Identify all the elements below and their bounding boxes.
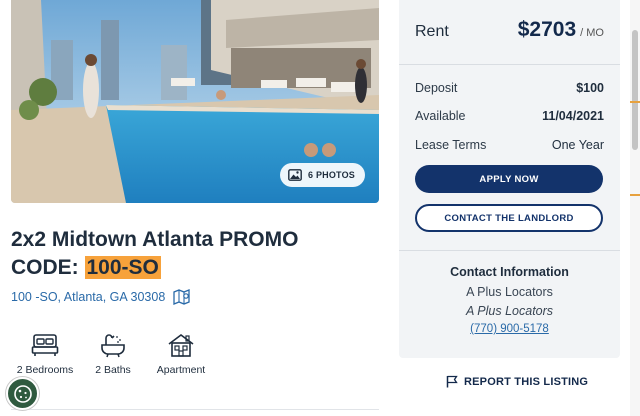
lease-value: One Year — [551, 138, 604, 152]
cookie-settings-button[interactable] — [6, 377, 39, 410]
edge-indicator — [630, 101, 640, 103]
edge-indicator — [630, 194, 640, 196]
photos-button[interactable]: 6 PHOTOS — [280, 163, 365, 187]
pricing-panel: Rent $2703/ MO Deposit $100 Available 11… — [399, 0, 620, 358]
apartment-icon — [168, 334, 194, 357]
listing-address[interactable]: 100 -SO, Atlanta, GA 30308 — [11, 289, 191, 305]
bed-icon — [31, 334, 59, 356]
listing-title: 2x2 Midtown Atlanta PROMO CODE: 100-SO — [11, 226, 371, 282]
feature-label: 2 Baths — [95, 364, 131, 376]
contact-landlord-button[interactable]: CONTACT THE LANDLORD — [415, 204, 603, 232]
report-listing-link[interactable]: REPORT THIS LISTING — [446, 375, 588, 388]
feature-label: Apartment — [156, 364, 206, 376]
rent-value: $2703 — [517, 18, 577, 41]
listing-photo[interactable]: 6 PHOTOS — [11, 0, 379, 203]
promo-code-highlight: 100-SO — [84, 256, 161, 279]
rent-label: Rent — [415, 23, 449, 40]
rent-row: Rent $2703/ MO — [415, 18, 604, 42]
deposit-value: $100 — [576, 81, 604, 95]
available-row: Available 11/04/2021 — [415, 109, 604, 123]
available-label: Available — [415, 109, 466, 123]
bath-icon — [101, 334, 125, 358]
lease-row: Lease Terms One Year — [415, 138, 604, 152]
address-text[interactable]: 100 -SO, Atlanta, GA 30308 — [11, 290, 165, 304]
contact-name: A Plus Locators — [466, 285, 553, 299]
lease-label: Lease Terms — [415, 138, 487, 152]
rent-period: / MO — [580, 27, 604, 39]
feature-type: Apartment — [141, 332, 221, 376]
map-icon[interactable] — [173, 289, 191, 305]
deposit-row: Deposit $100 — [415, 81, 604, 95]
flag-icon — [446, 375, 458, 388]
section-divider — [11, 409, 379, 410]
scrollbar-thumb[interactable] — [632, 30, 638, 150]
panel-divider — [399, 64, 620, 65]
deposit-label: Deposit — [415, 81, 458, 95]
contact-company: A Plus Locators — [465, 304, 554, 318]
available-value: 11/04/2021 — [542, 109, 604, 123]
panel-divider — [399, 250, 620, 251]
contact-information: Contact Information A Plus Locators A Pl… — [399, 265, 620, 337]
report-label[interactable]: REPORT THIS LISTING — [464, 376, 588, 388]
feature-label: 2 Bedrooms — [16, 364, 74, 376]
contact-phone-link[interactable]: (770) 900-5178 — [470, 323, 549, 335]
gallery-icon — [288, 169, 302, 181]
cookie-icon — [13, 384, 32, 403]
photos-label: 6 PHOTOS — [308, 170, 355, 180]
rent-amount: $2703/ MO — [518, 18, 604, 42]
apply-now-button[interactable]: APPLY NOW — [415, 165, 603, 193]
contact-title: Contact Information — [450, 265, 569, 279]
